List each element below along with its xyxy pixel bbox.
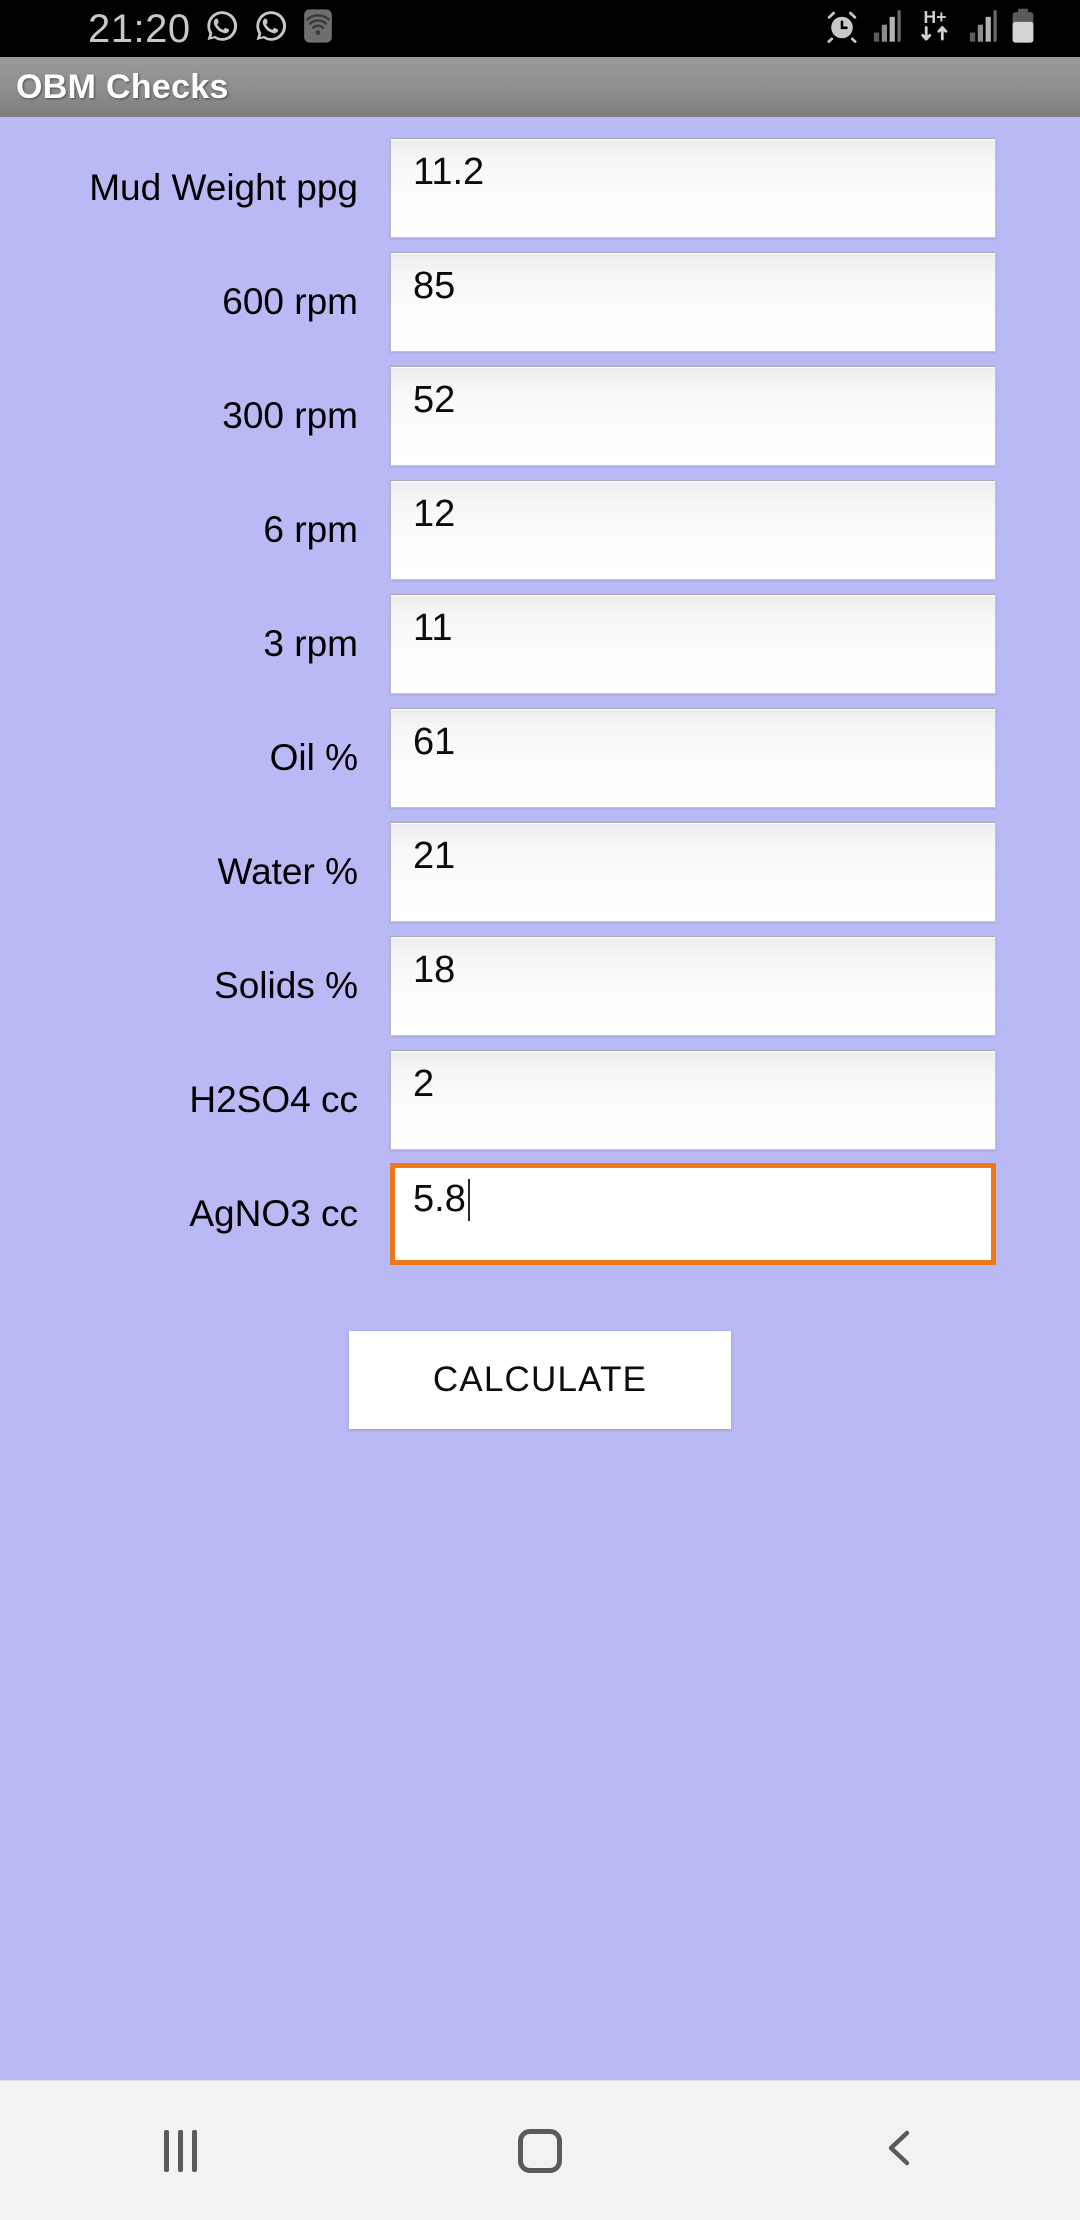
numeric-input[interactable]: 11.2 [390,138,996,238]
numeric-input[interactable]: 5.8 [390,1163,996,1265]
calculate-button[interactable]: CALCULATE [349,1331,731,1429]
field-label: 600 rpm [222,280,358,322]
status-clock: 21:20 [88,6,191,51]
input-value: 61 [413,721,456,763]
field-label: Water % [217,850,358,892]
field-container: 11 [390,594,1080,694]
hplus-data-icon: H+ [914,7,956,50]
whatsapp-icon [253,8,289,49]
input-value: 5.8 [413,1178,466,1220]
recents-button[interactable] [80,2081,280,2220]
numeric-input[interactable]: 61 [390,708,996,808]
alarm-icon [824,8,860,49]
form-row: 600 rpm 85 [0,245,1080,359]
field-container: 85 [390,252,1080,352]
back-button[interactable] [800,2081,1000,2220]
status-bar-left: 21:20 [88,8,334,49]
numeric-input[interactable]: 21 [390,822,996,922]
signal-bars-icon [872,9,902,48]
field-label: Mud Weight ppg [89,166,358,208]
numeric-input[interactable]: 12 [390,480,996,580]
field-container: 18 [390,936,1080,1036]
phone-screen: 21:20 H+ OBM Checks Mud Weight ppg 11.2 … [0,0,1080,2220]
field-label: 3 rpm [263,622,358,664]
field-label: 6 rpm [263,508,358,550]
field-label: 300 rpm [222,394,358,436]
text-cursor [467,1179,470,1221]
field-container: 61 [390,708,1080,808]
system-navigation-bar [0,2080,1080,2220]
field-container: 5.8 [390,1163,1080,1265]
calculate-button-row: CALCULATE [0,1331,1080,1429]
input-value: 2 [413,1063,435,1105]
field-label: Solids % [214,964,358,1006]
input-value: 52 [413,379,456,421]
form-row: Water % 21 [0,815,1080,929]
home-button[interactable] [440,2081,640,2220]
form-row: 300 rpm 52 [0,359,1080,473]
numeric-input[interactable]: 18 [390,936,996,1036]
obm-input-form: Mud Weight ppg 11.2 600 rpm 85 300 rpm 52 6 rp… [0,131,1080,1271]
input-value: 21 [413,835,456,877]
main-content: Mud Weight ppg 11.2 600 rpm 85 300 rpm 52 6 rp… [0,117,1080,2080]
numeric-input[interactable]: 85 [390,252,996,352]
status-bar: 21:20 H+ [0,0,1080,57]
form-row: 6 rpm 12 [0,473,1080,587]
field-label: H2SO4 cc [189,1078,358,1120]
svg-text:H+: H+ [924,7,947,27]
field-container: 12 [390,480,1080,580]
form-row: H2SO4 cc 2 [0,1043,1080,1157]
input-value: 11 [413,607,453,649]
signal-bars-icon [968,9,998,48]
battery-icon [1010,8,1036,49]
numeric-input[interactable]: 52 [390,366,996,466]
field-label: AgNO3 cc [189,1192,358,1234]
field-container: 21 [390,822,1080,922]
field-container: 11.2 [390,138,1080,238]
back-chevron-icon [876,2124,924,2177]
form-row: Oil % 61 [0,701,1080,815]
field-label: Oil % [269,736,358,778]
numeric-input[interactable]: 2 [390,1050,996,1150]
whatsapp-icon [204,8,240,49]
form-row: Solids % 18 [0,929,1080,1043]
page-title: OBM Checks [16,67,229,106]
numeric-input[interactable]: 11 [390,594,996,694]
input-value: 12 [413,493,456,535]
recents-icon [163,2129,197,2172]
status-bar-right: H+ [824,7,1036,50]
input-value: 85 [413,265,456,307]
field-container: 52 [390,366,1080,466]
app-bar: OBM Checks [0,57,1080,117]
form-row: Mud Weight ppg 11.2 [0,131,1080,245]
input-value: 18 [413,949,456,991]
input-value: 11.2 [413,151,485,193]
wifi-icon [302,8,334,49]
field-container: 2 [390,1050,1080,1150]
form-row: AgNO3 cc 5.8 [0,1157,1080,1271]
home-icon [518,2128,562,2173]
form-row: 3 rpm 11 [0,587,1080,701]
